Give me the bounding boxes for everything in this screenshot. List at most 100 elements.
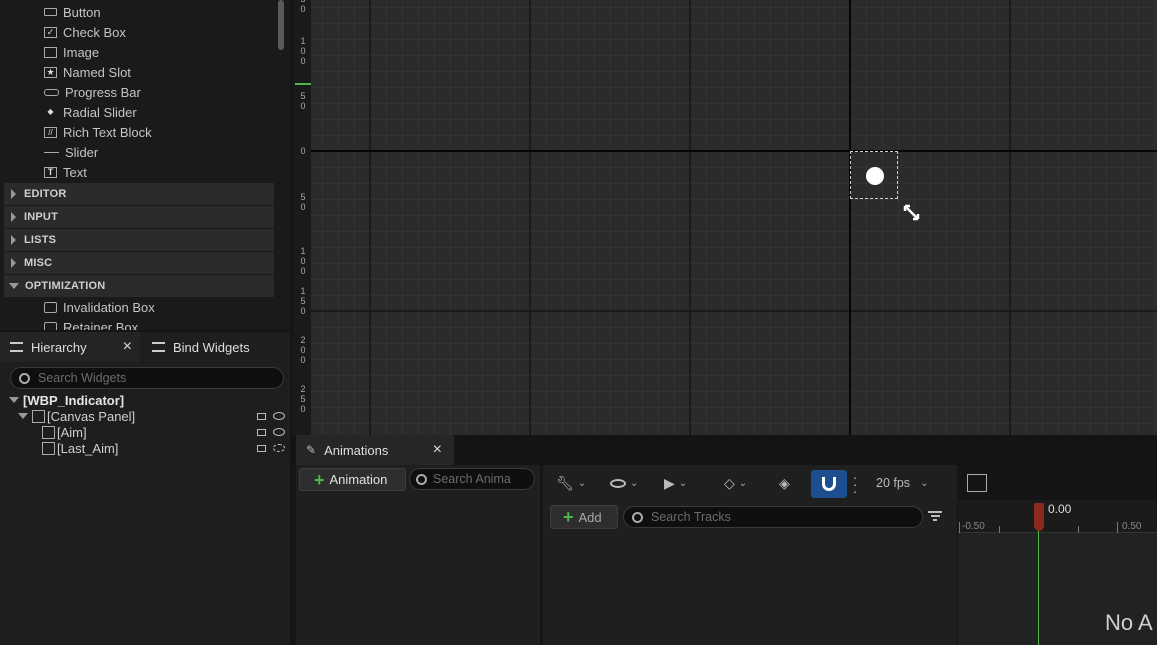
tab-label: Bind Widgets (173, 339, 250, 355)
tree-row-root[interactable]: [WBP_Indicator] (0, 392, 290, 408)
playback-options-dropdown[interactable]: ▶ ⌄ (664, 472, 687, 494)
category-input[interactable]: INPUT (4, 206, 274, 228)
palette-item-radial-slider[interactable]: ◆ Radial Slider (44, 102, 137, 122)
palette-item-label: Radial Slider (63, 104, 137, 120)
settings-wrench-dropdown[interactable]: 🔧︎ ⌄ (556, 472, 586, 494)
tree-row-canvas-panel[interactable]: [Canvas Panel] (0, 408, 290, 424)
playback-icon: ▶ (664, 474, 675, 491)
palette-item-slider[interactable]: Slider (44, 142, 98, 162)
view-options-dropdown[interactable]: ⌄ (610, 472, 638, 494)
palette-item-progress-bar[interactable]: Progress Bar (44, 82, 141, 102)
tick-mark (999, 526, 1000, 533)
collapse-arrow-icon (9, 283, 19, 289)
key-tag-icon: ◈ (779, 474, 790, 491)
lock-icon[interactable] (257, 445, 266, 452)
key-options-dropdown[interactable]: ◇ ⌄ (724, 472, 747, 494)
search-tracks-input[interactable]: Search Tracks (623, 506, 923, 528)
expand-arrow-icon (18, 413, 28, 419)
more-options-icon[interactable]: · · · (850, 470, 860, 498)
tree-row-last-aim[interactable]: [Last_Aim] (0, 440, 290, 456)
tree-label: [Canvas Panel] (47, 408, 136, 424)
timeline-area[interactable]: -0.50 0.50 0.00 No A (958, 500, 1157, 645)
palette-item-rich-text-block[interactable]: // Rich Text Block (44, 122, 152, 142)
bind-widgets-icon (152, 342, 165, 352)
tab-bind-widgets[interactable]: Bind Widgets (152, 332, 250, 362)
ruler-label: 5 0 (300, 91, 306, 111)
palette-item-named-slot[interactable]: ★ Named Slot (44, 62, 131, 82)
key-filter-button[interactable]: ◈ (779, 472, 790, 494)
vertical-ruler: 5 0 1 0 0 5 0 0 5 0 1 0 0 1 5 0 2 0 0 2 … (293, 0, 311, 435)
category-lists[interactable]: LISTS (4, 229, 274, 251)
button-icon (44, 8, 57, 16)
tab-hierarchy[interactable]: Hierarchy × (0, 332, 140, 362)
visibility-eye-icon[interactable] (273, 412, 285, 420)
category-optimization[interactable]: OPTIMIZATION (4, 275, 274, 297)
palette-item-label: Retainer Box (63, 319, 139, 331)
palette-item-label: Named Slot (63, 64, 131, 80)
search-widgets-input[interactable]: Search Widgets (10, 367, 284, 389)
tab-label: Hierarchy (31, 339, 87, 355)
fps-dropdown[interactable]: 20 fps ⌄ (876, 472, 928, 494)
palette-item-image[interactable]: Image (44, 42, 99, 62)
expand-arrow-icon (11, 258, 16, 268)
tree-label: [WBP_Indicator] (23, 392, 125, 408)
palette-item-retainer-box[interactable]: Retainer Box (44, 317, 138, 330)
designer-canvas[interactable] (293, 0, 1157, 435)
chevron-down-icon: ⌄ (738, 477, 748, 489)
search-icon (416, 473, 427, 485)
search-animations-input[interactable]: Search Anima (409, 468, 535, 490)
palette-item-label: Slider (65, 144, 99, 160)
ruler-label: 1 0 0 (300, 36, 306, 66)
category-misc[interactable]: MISC (4, 252, 274, 274)
palette-scrollbar[interactable] (278, 0, 284, 50)
hidden-eye-icon[interactable] (273, 444, 285, 452)
add-track-button[interactable]: + Add (550, 505, 618, 529)
eye-icon (610, 478, 626, 488)
button-label: Add (578, 509, 602, 525)
add-animation-button[interactable]: + Animation (299, 468, 406, 491)
tree-row-aim[interactable]: [Aim] (0, 424, 290, 440)
hierarchy-panel: Hierarchy × Bind Widgets Search Widgets … (0, 332, 290, 645)
palette-item-text[interactable]: T Text (44, 162, 87, 182)
tick-label: -0.50 (962, 521, 985, 532)
ruler-label: 2 5 0 (300, 384, 306, 414)
tree-label: [Aim] (57, 424, 87, 440)
category-editor[interactable]: EDITOR (4, 183, 274, 205)
snap-magnet-button[interactable] (811, 470, 847, 498)
expand-arrow-icon (11, 212, 16, 222)
wrench-icon: 🔧︎ (556, 474, 574, 491)
palette-item-invalidation-box[interactable]: Invalidation Box (44, 297, 155, 317)
search-placeholder: Search Widgets (38, 371, 127, 385)
canvas-panel-icon (32, 409, 45, 423)
palette-item-button[interactable]: Button (44, 2, 101, 22)
magnet-icon (822, 477, 836, 491)
animation-list-panel: + Animation Search Anima (296, 465, 540, 645)
search-icon (632, 511, 643, 523)
search-placeholder: Search Anima (433, 472, 511, 486)
ruler-marker (295, 83, 311, 85)
tab-animations[interactable]: ✎ Animations × (296, 435, 454, 465)
tick-mark (1078, 526, 1079, 533)
ruler-label: 1 0 0 (300, 246, 306, 276)
playhead-handle[interactable] (1034, 503, 1044, 531)
expand-arrow-icon (11, 189, 16, 199)
palette-item-label: Rich Text Block (63, 124, 152, 140)
lock-icon[interactable] (257, 429, 266, 436)
retainer-box-icon (44, 321, 57, 330)
plus-icon: + (314, 469, 325, 490)
close-icon[interactable]: × (123, 338, 132, 356)
curve-editor-icon[interactable] (967, 474, 987, 492)
category-label: OPTIMIZATION (25, 280, 106, 292)
playhead-time: 0.00 (1048, 502, 1072, 516)
selected-widget[interactable] (850, 151, 898, 199)
keyframe-diamond-icon: ◇ (724, 474, 735, 491)
checkbox-icon: ✓ (44, 26, 57, 38)
tick-mark (1117, 522, 1118, 533)
palette-item-check-box[interactable]: ✓ Check Box (44, 22, 126, 42)
resize-handle-icon[interactable] (902, 203, 922, 223)
lock-icon[interactable] (257, 413, 266, 420)
visibility-eye-icon[interactable] (273, 428, 285, 436)
close-icon[interactable]: × (433, 441, 442, 459)
hierarchy-icon (10, 342, 23, 352)
filter-icon[interactable] (928, 511, 942, 523)
